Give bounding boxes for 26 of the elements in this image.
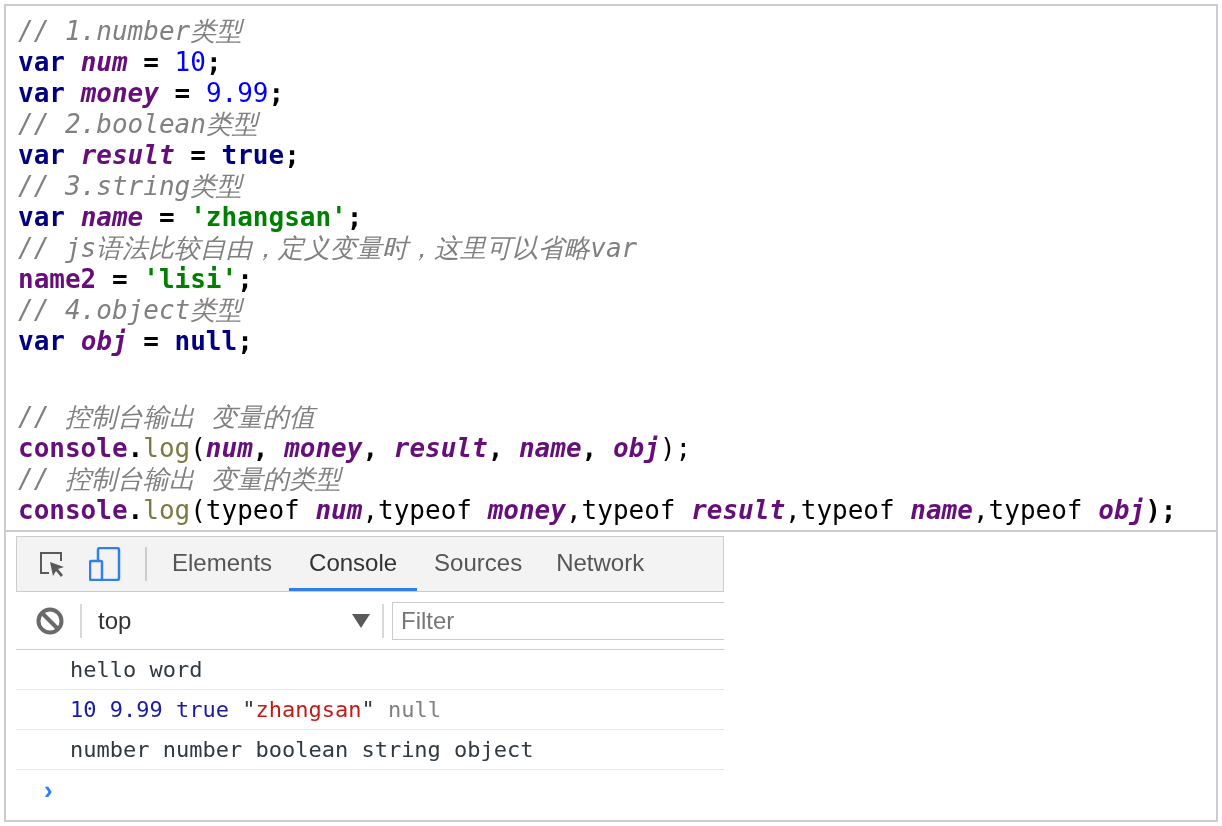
devtools-tab[interactable]: Sources	[417, 537, 540, 591]
code-line: var obj = null;	[18, 326, 253, 357]
code-line: var num = 10;	[18, 47, 222, 78]
code-line: var name = 'zhangsan';	[18, 202, 363, 233]
context-dropdown[interactable]: top	[82, 602, 382, 639]
devtools-tab[interactable]: Console	[289, 537, 418, 591]
console-message: number number boolean string object	[70, 736, 534, 764]
code-comment: // 4.object类型	[18, 295, 243, 326]
devtools-tab[interactable]: Elements	[155, 537, 290, 591]
clear-console-icon[interactable]	[36, 606, 64, 635]
filter-field[interactable]: Filter	[392, 601, 724, 640]
code-line: console.log(typeof num,typeof money,typeof result,typeof name,typeof obj);	[18, 495, 1177, 526]
code-line: console.log(num, money, result, name, obj);	[18, 433, 692, 464]
code-line: name2 = 'lisi';	[18, 264, 253, 295]
code-comment: // js语法比较自由，定义变量时，这里可以省略var	[18, 233, 638, 264]
code-line: var money = 9.99;	[18, 78, 285, 109]
console-message: hello word	[70, 656, 203, 684]
code-comment: // 1.number类型	[18, 16, 243, 47]
console-prompt[interactable]: ›	[44, 770, 53, 810]
device-toolbar-icon[interactable]	[89, 547, 121, 581]
devtools-tab[interactable]: Network	[539, 537, 662, 591]
code-line: var result = true;	[18, 140, 300, 171]
code-comment: // 3.string类型	[18, 171, 243, 202]
context-label: top	[98, 605, 132, 636]
dropdown-caret-icon	[352, 613, 370, 628]
console-message: 10 9.99 true "zhangsan" null	[70, 696, 441, 724]
